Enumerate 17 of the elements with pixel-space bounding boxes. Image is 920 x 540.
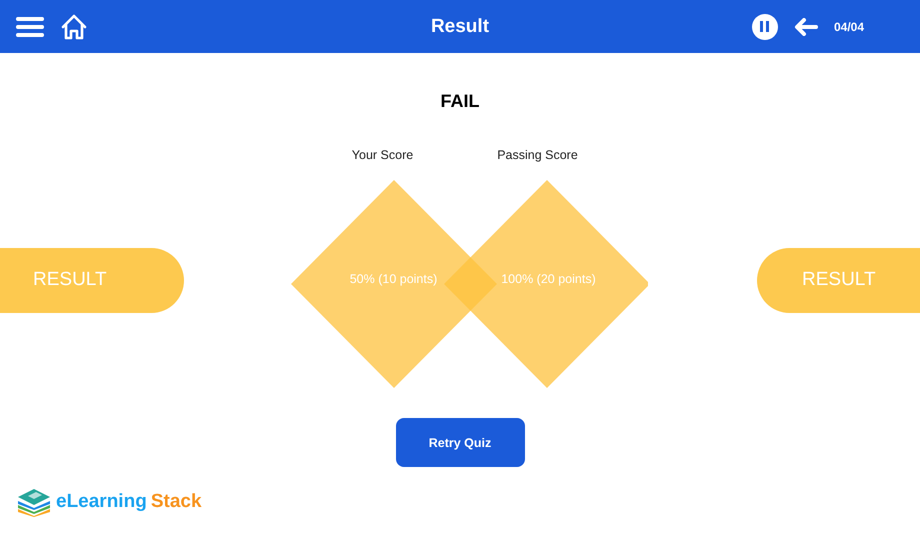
- menu-icon[interactable]: [16, 16, 44, 38]
- score-label: Your Score: [350, 148, 414, 162]
- book-stack-icon: [16, 487, 52, 517]
- page-title: Result: [430, 16, 490, 38]
- result-label: RESULT: [757, 248, 920, 312]
- retry-button[interactable]: Retry Quiz: [396, 418, 524, 467]
- score-label: Passing Score: [496, 148, 579, 162]
- score-value: 50% (10 points): [348, 272, 438, 286]
- brand-name: eLearning: [56, 491, 147, 513]
- result-heading: FAIL: [440, 91, 480, 112]
- score-value: 100% (20 points): [500, 272, 597, 286]
- pause-button[interactable]: [752, 14, 778, 40]
- brand-name: Stack: [150, 491, 202, 513]
- home-icon[interactable]: [60, 14, 88, 40]
- back-arrow-icon[interactable]: [794, 18, 818, 36]
- page-counter: 04/04: [834, 20, 864, 34]
- result-label: RESULT: [0, 248, 184, 312]
